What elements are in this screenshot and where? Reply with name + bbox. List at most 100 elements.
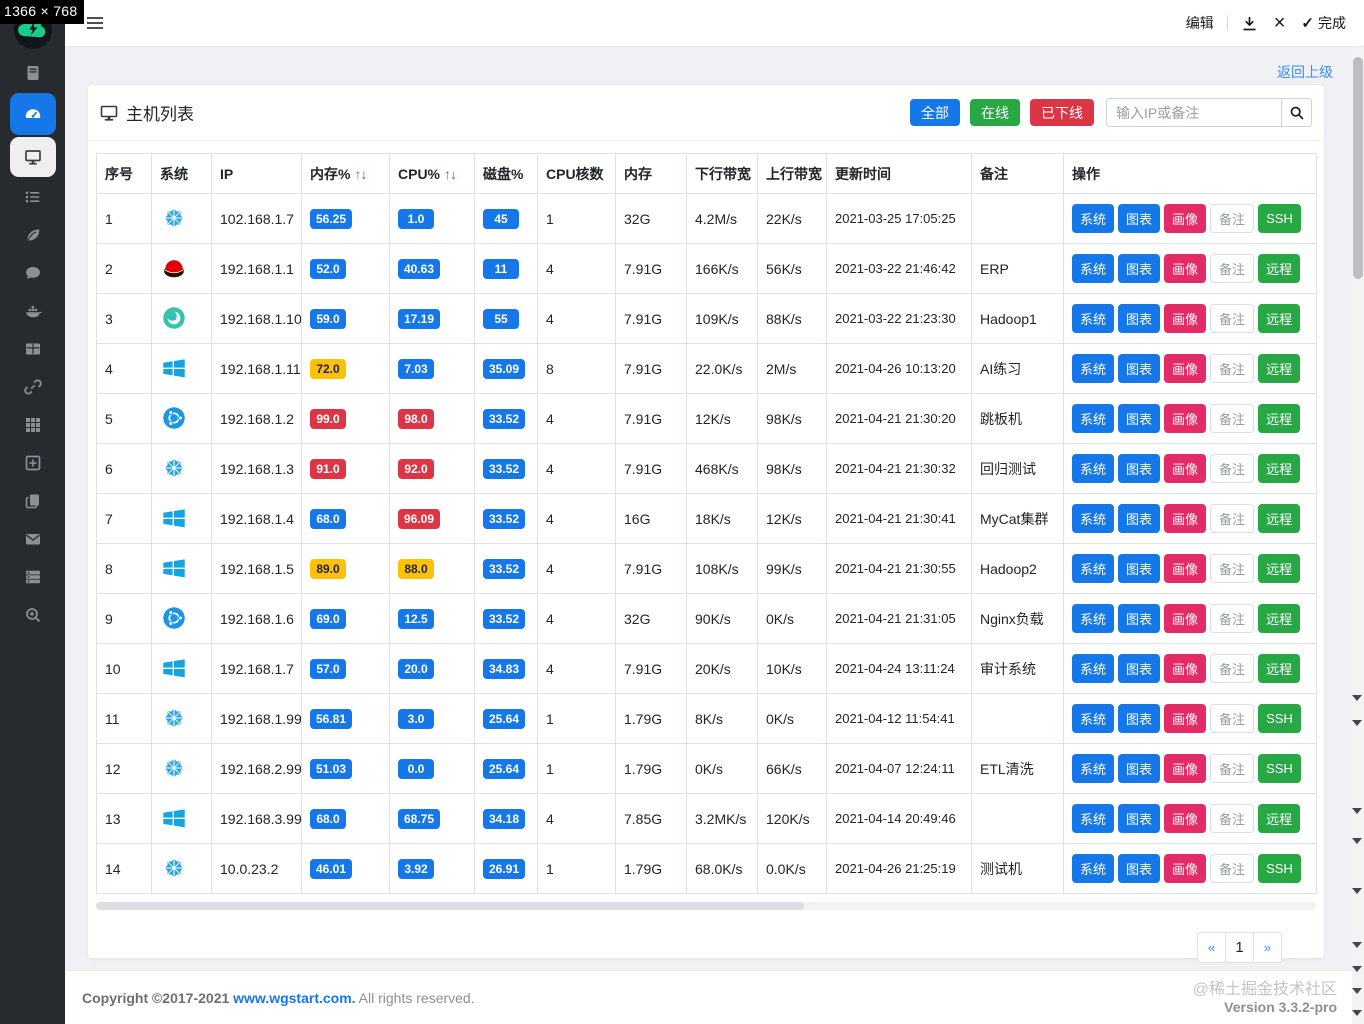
system-button[interactable]: 系统 — [1072, 454, 1114, 483]
note-button[interactable]: 备注 — [1210, 654, 1254, 683]
menu-toggle-icon[interactable] — [87, 17, 103, 29]
note-button[interactable]: 备注 — [1210, 854, 1254, 883]
note-button[interactable]: 备注 — [1210, 304, 1254, 333]
pagination-next[interactable]: » — [1253, 932, 1282, 963]
chart-button[interactable]: 图表 — [1118, 654, 1160, 683]
pagination-prev[interactable]: « — [1197, 932, 1226, 963]
vertical-scrollbar[interactable] — [1352, 47, 1364, 1024]
sidebar-item-table[interactable] — [0, 330, 65, 368]
remote-button[interactable]: 远程 — [1258, 454, 1300, 483]
horizontal-scrollbar[interactable] — [96, 902, 1316, 910]
sidebar-item-plus-square[interactable] — [0, 444, 65, 482]
sidebar-item-mail[interactable] — [0, 520, 65, 558]
remote-button[interactable]: 远程 — [1258, 804, 1300, 833]
system-button[interactable]: 系统 — [1072, 254, 1114, 283]
search-input[interactable] — [1106, 98, 1282, 127]
sidebar-item-dashboard-gauge[interactable] — [0, 92, 65, 136]
sidebar-item-grid[interactable] — [0, 406, 65, 444]
filter-offline-button[interactable]: 已下线 — [1030, 99, 1094, 126]
system-button[interactable]: 系统 — [1072, 604, 1114, 633]
chart-button[interactable]: 图表 — [1118, 504, 1160, 533]
close-icon[interactable]: × — [1274, 13, 1286, 33]
filter-all-button[interactable]: 全部 — [910, 99, 960, 126]
remote-button[interactable]: SSH — [1258, 754, 1301, 783]
chart-button[interactable]: 图表 — [1118, 354, 1160, 383]
sidebar-item-chat[interactable] — [0, 254, 65, 292]
portrait-button[interactable]: 画像 — [1164, 854, 1206, 883]
note-button[interactable]: 备注 — [1210, 704, 1254, 733]
chart-button[interactable]: 图表 — [1118, 804, 1160, 833]
sidebar-item-monitor[interactable] — [0, 136, 65, 178]
system-button[interactable]: 系统 — [1072, 354, 1114, 383]
sidebar-item-book[interactable] — [0, 54, 65, 92]
note-button[interactable]: 备注 — [1210, 204, 1254, 233]
download-icon[interactable] — [1241, 15, 1258, 32]
note-button[interactable]: 备注 — [1210, 354, 1254, 383]
note-button[interactable]: 备注 — [1210, 504, 1254, 533]
remote-button[interactable]: SSH — [1258, 204, 1301, 233]
portrait-button[interactable]: 画像 — [1164, 604, 1206, 633]
portrait-button[interactable]: 画像 — [1164, 204, 1206, 233]
pagination-page-1[interactable]: 1 — [1225, 932, 1254, 963]
note-button[interactable]: 备注 — [1210, 754, 1254, 783]
search-button[interactable] — [1282, 98, 1312, 127]
chart-button[interactable]: 图表 — [1118, 304, 1160, 333]
note-button[interactable]: 备注 — [1210, 404, 1254, 433]
sidebar-item-docker[interactable] — [0, 292, 65, 330]
portrait-button[interactable]: 画像 — [1164, 304, 1206, 333]
system-button[interactable]: 系统 — [1072, 554, 1114, 583]
sidebar-item-link[interactable] — [0, 368, 65, 406]
system-button[interactable]: 系统 — [1072, 754, 1114, 783]
remote-button[interactable]: 远程 — [1258, 254, 1300, 283]
system-button[interactable]: 系统 — [1072, 404, 1114, 433]
note-button[interactable]: 备注 — [1210, 554, 1254, 583]
system-button[interactable]: 系统 — [1072, 804, 1114, 833]
edit-button[interactable]: 编辑 — [1186, 13, 1214, 33]
portrait-button[interactable]: 画像 — [1164, 654, 1206, 683]
wgstart-link[interactable]: www.wgstart.com. — [233, 990, 355, 1006]
remote-button[interactable]: 远程 — [1258, 654, 1300, 683]
portrait-button[interactable]: 画像 — [1164, 404, 1206, 433]
sidebar-item-search-plus[interactable] — [0, 596, 65, 634]
chart-button[interactable]: 图表 — [1118, 754, 1160, 783]
note-button[interactable]: 备注 — [1210, 454, 1254, 483]
remote-button[interactable]: 远程 — [1258, 604, 1300, 633]
note-button[interactable]: 备注 — [1210, 604, 1254, 633]
portrait-button[interactable]: 画像 — [1164, 254, 1206, 283]
portrait-button[interactable]: 画像 — [1164, 804, 1206, 833]
chart-button[interactable]: 图表 — [1118, 204, 1160, 233]
system-button[interactable]: 系统 — [1072, 204, 1114, 233]
done-button[interactable]: ✓ 完成 — [1301, 13, 1346, 33]
portrait-button[interactable]: 画像 — [1164, 754, 1206, 783]
sidebar-item-task-list[interactable] — [0, 178, 65, 216]
remote-button[interactable]: 远程 — [1258, 554, 1300, 583]
remote-button[interactable]: SSH — [1258, 704, 1301, 733]
note-button[interactable]: 备注 — [1210, 804, 1254, 833]
scrollbar-thumb[interactable] — [1353, 57, 1363, 279]
chart-button[interactable]: 图表 — [1118, 454, 1160, 483]
sidebar-item-copy[interactable] — [0, 482, 65, 520]
portrait-button[interactable]: 画像 — [1164, 454, 1206, 483]
chart-button[interactable]: 图表 — [1118, 704, 1160, 733]
chart-button[interactable]: 图表 — [1118, 554, 1160, 583]
filter-online-button[interactable]: 在线 — [970, 99, 1020, 126]
remote-button[interactable]: 远程 — [1258, 404, 1300, 433]
portrait-button[interactable]: 画像 — [1164, 354, 1206, 383]
sidebar-item-leaf[interactable] — [0, 216, 65, 254]
system-button[interactable]: 系统 — [1072, 704, 1114, 733]
portrait-button[interactable]: 画像 — [1164, 504, 1206, 533]
back-to-parent-link[interactable]: 返回上级 — [1277, 62, 1333, 82]
portrait-button[interactable]: 画像 — [1164, 554, 1206, 583]
remote-button[interactable]: 远程 — [1258, 354, 1300, 383]
system-button[interactable]: 系统 — [1072, 654, 1114, 683]
system-button[interactable]: 系统 — [1072, 854, 1114, 883]
chart-button[interactable]: 图表 — [1118, 404, 1160, 433]
remote-button[interactable]: SSH — [1258, 854, 1301, 883]
portrait-button[interactable]: 画像 — [1164, 704, 1206, 733]
chart-button[interactable]: 图表 — [1118, 854, 1160, 883]
col-cpu[interactable]: CPU%↑↓ — [390, 154, 475, 194]
chart-button[interactable]: 图表 — [1118, 604, 1160, 633]
sidebar-item-server[interactable] — [0, 558, 65, 596]
system-button[interactable]: 系统 — [1072, 504, 1114, 533]
system-button[interactable]: 系统 — [1072, 304, 1114, 333]
